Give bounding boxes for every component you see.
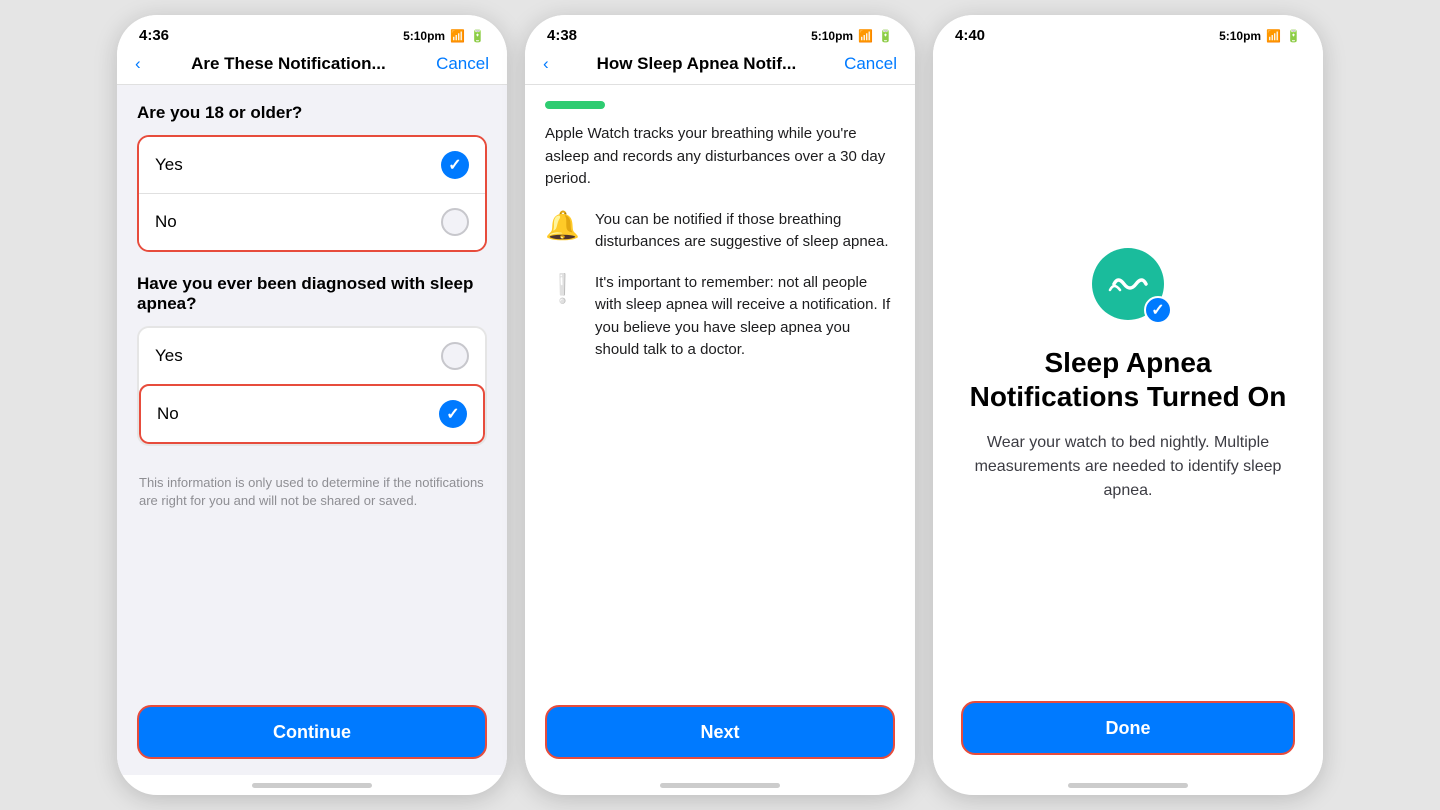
- continue-button[interactable]: Continue: [137, 705, 487, 759]
- back-button-1[interactable]: ‹: [135, 54, 141, 74]
- time-2: 4:38: [547, 27, 577, 44]
- wifi-icon: 📶: [450, 29, 465, 43]
- info-block-2: 🔔 You can be notified if those breathing…: [545, 209, 895, 254]
- q1-label: Are you 18 or older?: [137, 103, 487, 123]
- nav-bar-2: ‹ How Sleep Apnea Notif... Cancel: [525, 48, 915, 85]
- done-button[interactable]: Done: [961, 701, 1295, 755]
- phone-screen-1: 4:36 5:10pm 📶 🔋 ‹ Are These Notification…: [117, 15, 507, 795]
- battery-icon-2: 🔋: [878, 29, 893, 43]
- info-block-3: ❕ It's important to remember: not all pe…: [545, 272, 895, 362]
- success-subtitle: Wear your watch to bed nightly. Multiple…: [961, 431, 1295, 503]
- battery-icon-3: 🔋: [1286, 29, 1301, 43]
- q1-yes-radio[interactable]: [441, 151, 469, 179]
- teal-progress-bar: [545, 101, 605, 109]
- status-bar-1: 4:36 5:10pm 📶 🔋: [117, 15, 507, 48]
- info-block-2-text: You can be notified if those breathing d…: [595, 209, 895, 254]
- cancel-button-2[interactable]: Cancel: [844, 54, 897, 74]
- q2-options-group: Yes No: [137, 326, 487, 446]
- status-bar-3: 4:40 5:10pm 📶 🔋: [933, 15, 1323, 48]
- status-icons-2: 5:10pm 📶 🔋: [811, 29, 893, 43]
- home-indicator-1: [117, 775, 507, 795]
- status-right-1: 5:10pm: [403, 29, 445, 43]
- success-title: Sleep Apnea Notifications Turned On: [961, 346, 1295, 413]
- q2-yes-label: Yes: [155, 346, 183, 366]
- cancel-button-1[interactable]: Cancel: [436, 54, 489, 74]
- screen2-content: Apple Watch tracks your breathing while …: [525, 85, 915, 775]
- phone-screen-2: 4:38 5:10pm 📶 🔋 ‹ How Sleep Apnea Notif.…: [525, 15, 915, 795]
- status-icons-1: 5:10pm 📶 🔋: [403, 29, 485, 43]
- status-right-2: 5:10pm: [811, 29, 853, 43]
- q1-no-label: No: [155, 212, 177, 232]
- home-indicator-2: [525, 775, 915, 795]
- q2-no-radio[interactable]: [439, 400, 467, 428]
- success-icon-container: ✓: [1092, 248, 1164, 320]
- nav-title-1: Are These Notification...: [149, 54, 428, 74]
- info-card: Apple Watch tracks your breathing while …: [545, 123, 895, 414]
- nav-bar-1: ‹ Are These Notification... Cancel: [117, 48, 507, 85]
- checkmark-badge: ✓: [1144, 296, 1172, 324]
- q2-label: Have you ever been diagnosed with sleep …: [137, 274, 487, 314]
- screen1-content: Are you 18 or older? Yes No Have you eve…: [117, 85, 507, 775]
- info-block-1-text: Apple Watch tracks your breathing while …: [545, 123, 895, 191]
- phone-screen-3: 4:40 5:10pm 📶 🔋 ✓ Sleep Apnea Notificati…: [933, 15, 1323, 795]
- status-bar-2: 4:38 5:10pm 📶 🔋: [525, 15, 915, 48]
- wifi-icon-2: 📶: [858, 29, 873, 43]
- status-right-3: 5:10pm: [1219, 29, 1261, 43]
- home-bar-2: [660, 783, 780, 788]
- battery-icon: 🔋: [470, 29, 485, 43]
- bell-icon: 🔔: [545, 209, 581, 242]
- time-3: 4:40: [955, 27, 985, 44]
- home-bar-1: [252, 783, 372, 788]
- disclaimer-text: This information is only used to determi…: [137, 474, 487, 510]
- q1-options-group: Yes No: [137, 135, 487, 252]
- wifi-icon-3: 📶: [1266, 29, 1281, 43]
- q1-no-radio[interactable]: [441, 208, 469, 236]
- success-screen: ✓ Sleep Apnea Notifications Turned On We…: [933, 48, 1323, 775]
- status-icons-3: 5:10pm 📶 🔋: [1219, 29, 1301, 43]
- q1-yes-label: Yes: [155, 155, 183, 175]
- q2-yes-radio[interactable]: [441, 342, 469, 370]
- q1-yes-row[interactable]: Yes: [139, 137, 485, 193]
- q2-yes-row[interactable]: Yes: [139, 328, 485, 384]
- q2-no-row[interactable]: No: [139, 384, 485, 444]
- info-block-1: Apple Watch tracks your breathing while …: [545, 123, 895, 191]
- exclamation-icon: ❕: [545, 272, 581, 305]
- home-bar-3: [1068, 783, 1188, 788]
- nav-title-2: How Sleep Apnea Notif...: [557, 54, 836, 74]
- next-button[interactable]: Next: [545, 705, 895, 759]
- back-button-2[interactable]: ‹: [543, 54, 549, 74]
- info-block-3-text: It's important to remember: not all peop…: [595, 272, 895, 362]
- q2-no-label: No: [157, 404, 179, 424]
- time-1: 4:36: [139, 27, 169, 44]
- q1-no-row[interactable]: No: [139, 193, 485, 250]
- home-indicator-3: [933, 775, 1323, 795]
